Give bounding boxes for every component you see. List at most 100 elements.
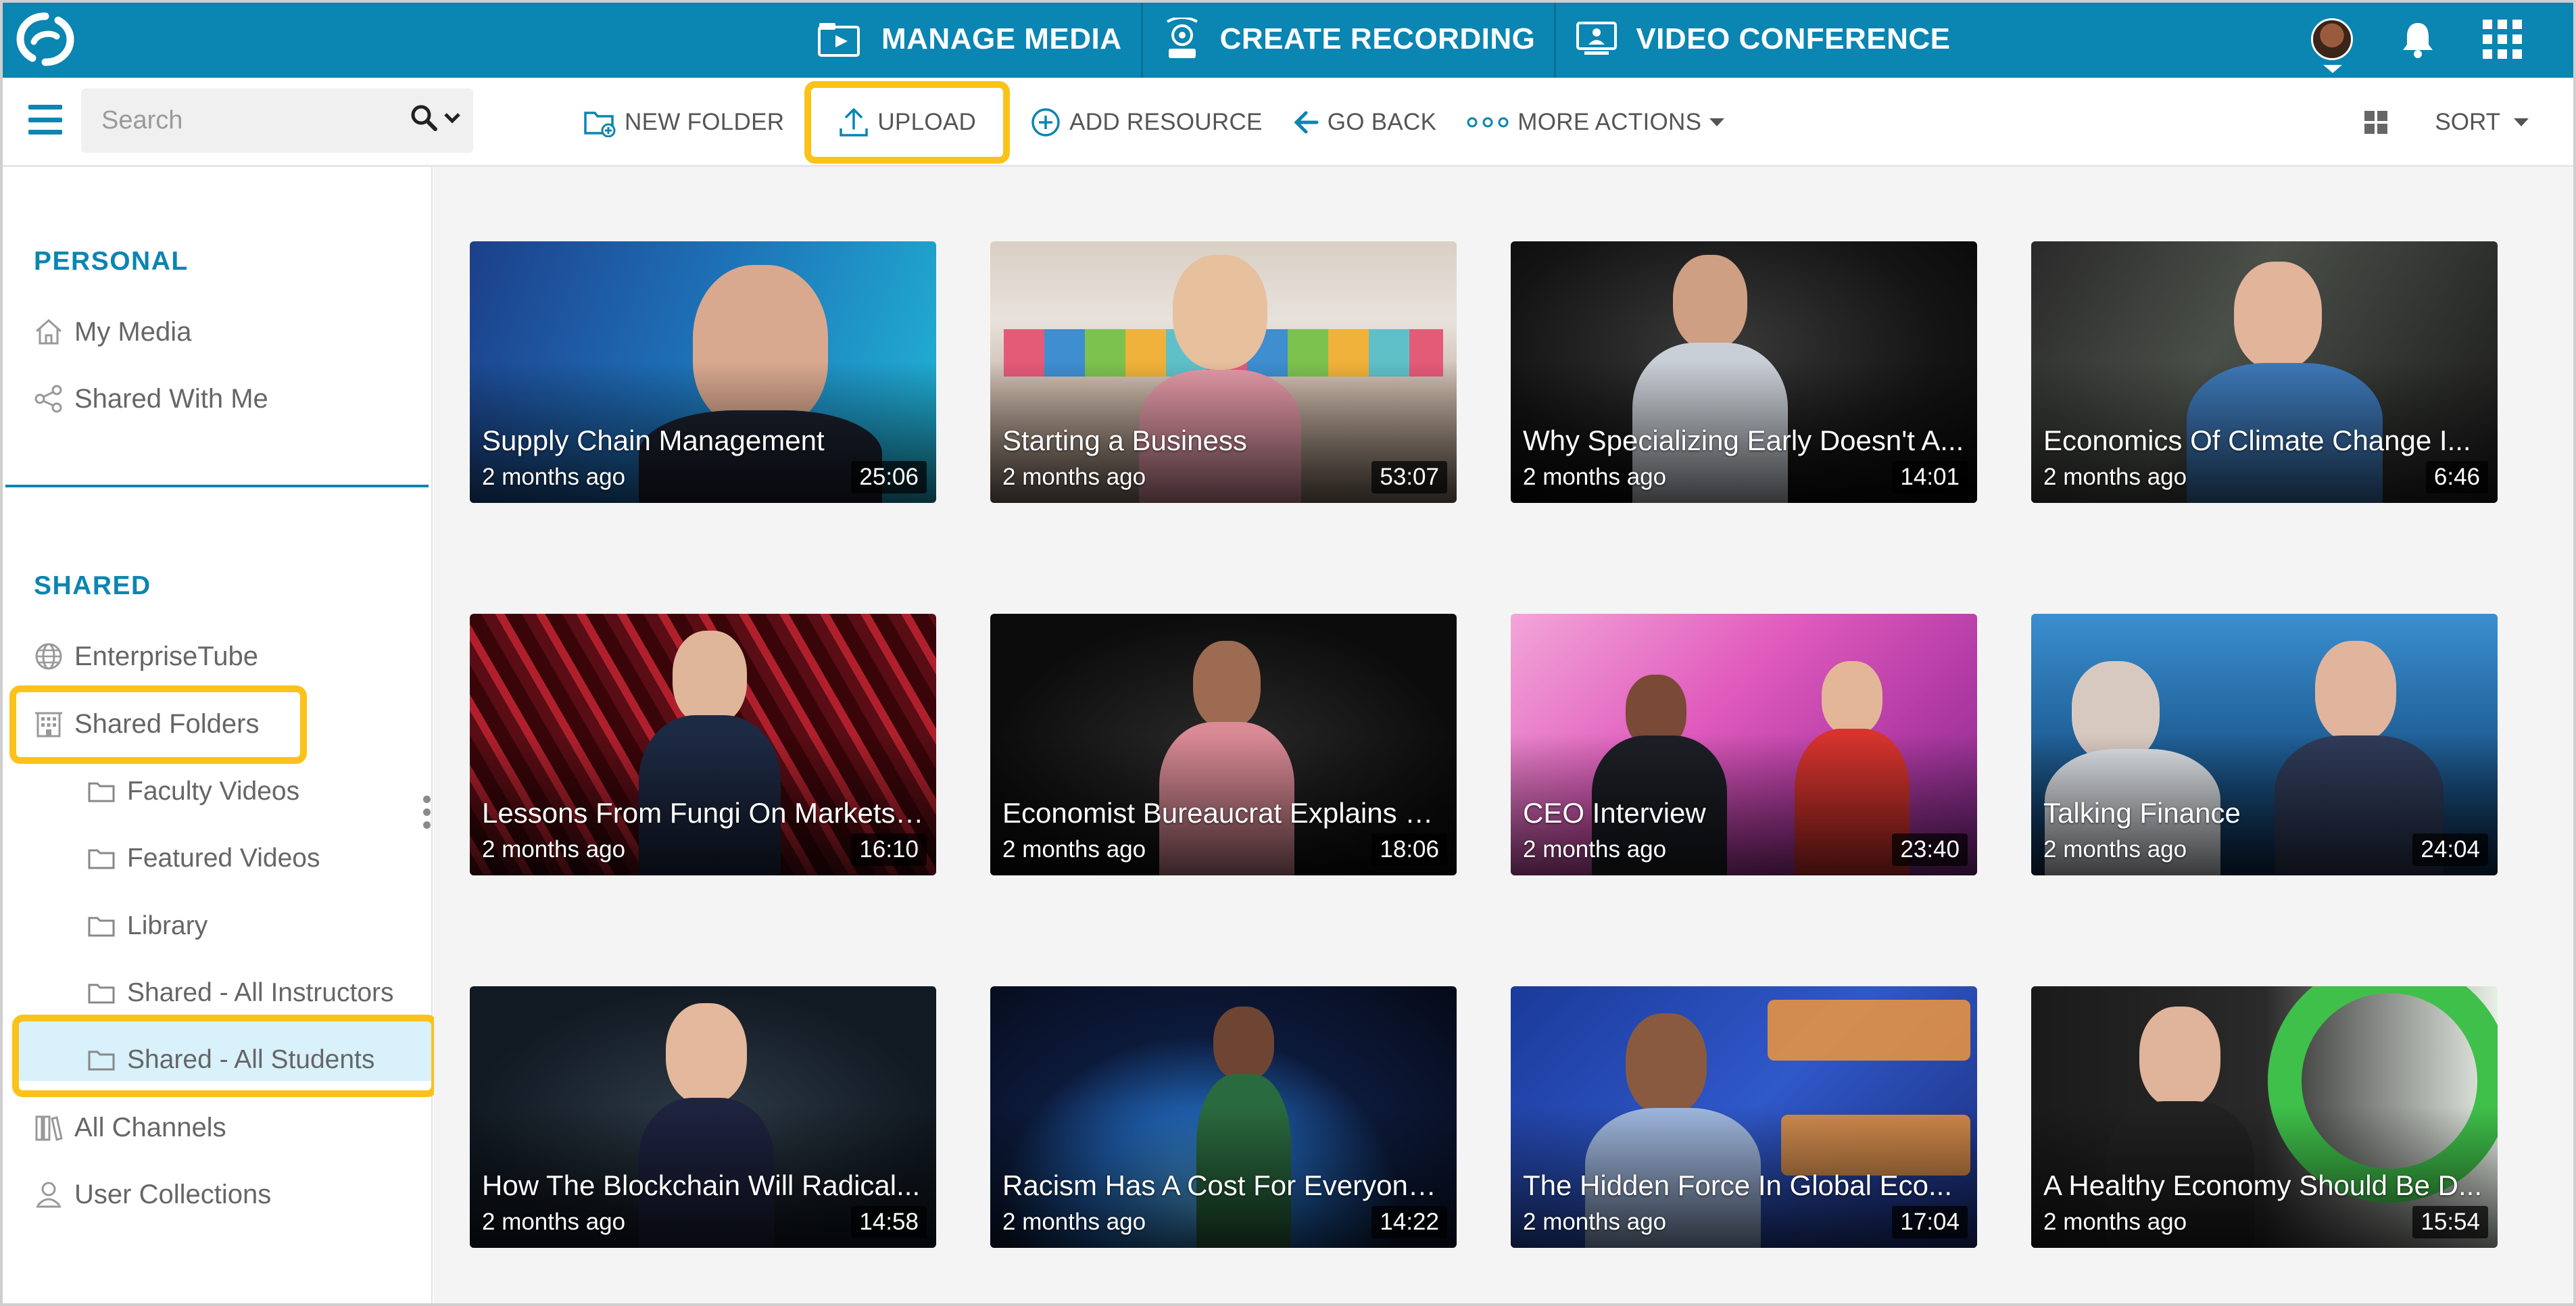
video-tile[interactable]: Starting a Business 2 months ago 53:07 [990, 241, 1457, 503]
caret-down-icon [2514, 118, 2529, 126]
search-input[interactable] [101, 106, 385, 135]
video-date: 2 months ago [1002, 1209, 1146, 1235]
folder-label: Shared - All Students [127, 1045, 375, 1074]
grid-view-icon[interactable] [2364, 111, 2388, 134]
video-tile[interactable]: A Healthy Economy Should Be D... 2 month… [2031, 986, 2498, 1248]
user-collection-icon [37, 1182, 61, 1208]
folder-item-library[interactable]: Library [88, 900, 208, 952]
sidebar-item-label: All Channels [74, 1112, 226, 1142]
search-box [81, 89, 473, 153]
avatar[interactable] [2311, 18, 2353, 73]
folder-label: Faculty Videos [127, 777, 300, 806]
nav-label: VIDEO CONFERENCE [1636, 22, 1951, 55]
resize-handle-icon[interactable] [423, 796, 434, 829]
video-duration: 14:22 [1371, 1206, 1447, 1238]
folder-icon [88, 1050, 115, 1071]
nav-manage-media[interactable]: MANAGE MEDIA [798, 0, 1143, 78]
apps-grid-icon[interactable] [2483, 19, 2522, 59]
toolbar: NEW FOLDER UPLOAD ADD RESOURCE GO BACK M… [0, 78, 2576, 167]
folder-item-shared-all-students[interactable]: Shared - All Students [88, 1034, 374, 1086]
video-date: 2 months ago [2043, 1209, 2187, 1235]
action-label: MORE ACTIONS [1517, 109, 1702, 135]
sort-label: SORT [2435, 109, 2500, 135]
video-duration: 16:10 [851, 833, 927, 866]
video-tile[interactable]: CEO Interview 2 months ago 23:40 [1511, 614, 1977, 875]
video-tile[interactable]: Lessons From Fungi On Markets ... 2 mont… [470, 614, 936, 875]
sidebar-item-label: User Collections [74, 1179, 272, 1209]
video-tile[interactable]: Economics Of Climate Change I... 2 month… [2031, 241, 2498, 503]
sidebar-item-my-media[interactable]: My Media [34, 306, 191, 358]
nav-video-conference[interactable]: VIDEO CONFERENCE [1556, 0, 1969, 78]
arrow-left-icon [1294, 111, 1319, 134]
action-label: ADD RESOURCE [1069, 109, 1263, 135]
video-date: 2 months ago [1523, 836, 1667, 863]
action-label: UPLOAD [877, 109, 977, 135]
video-duration: 14:58 [851, 1206, 927, 1238]
video-duration: 15:54 [2412, 1206, 2488, 1238]
presenter-screen-icon [1576, 21, 1618, 55]
folder-label: Shared - All Instructors [127, 978, 394, 1007]
video-duration: 25:06 [851, 461, 927, 493]
sidebar-item-shared-folders[interactable]: Shared Folders [34, 698, 259, 750]
film-folder-icon [818, 22, 860, 57]
add-resource-button[interactable]: ADD RESOURCE [1015, 92, 1278, 153]
globe-icon [35, 643, 62, 670]
video-title: How The Blockchain Will Radical... [482, 1169, 921, 1201]
section-divider [5, 485, 429, 487]
folder-icon [88, 984, 115, 1004]
search-icon[interactable] [410, 103, 438, 132]
sidebar-item-enterprisetube[interactable]: EnterpriseTube [34, 631, 258, 682]
sidebar-item-shared-with-me[interactable]: Shared With Me [34, 373, 268, 425]
video-duration: 18:06 [1371, 833, 1447, 866]
go-back-button[interactable]: GO BACK [1278, 92, 1452, 153]
video-duration: 53:07 [1371, 461, 1447, 493]
video-duration: 23:40 [1892, 833, 1968, 866]
section-title-shared: SHARED [34, 571, 151, 600]
video-title: Racism Has A Cost For Everyone... [1002, 1169, 1444, 1201]
video-tile[interactable]: How The Blockchain Will Radical... 2 mon… [470, 986, 936, 1248]
sidebar: PERSONAL My Media Shared With Me SHARED … [0, 167, 438, 1306]
video-date: 2 months ago [2043, 836, 2187, 863]
more-actions-button[interactable]: MORE ACTIONS [1451, 92, 1739, 153]
video-duration: 14:01 [1892, 461, 1968, 493]
folder-item-shared-all-instructors[interactable]: Shared - All Instructors [88, 967, 394, 1019]
video-duration: 6:46 [2425, 461, 2488, 493]
action-label: NEW FOLDER [625, 109, 785, 135]
sort-button[interactable]: SORT [2435, 109, 2529, 136]
sidebar-item-all-channels[interactable]: All Channels [34, 1102, 226, 1153]
video-tile[interactable]: Talking Finance 2 months ago 24:04 [2031, 614, 2498, 875]
video-tile[interactable]: The Hidden Force In Global Eco... 2 mont… [1511, 986, 1977, 1248]
nav-label: CREATE RECORDING [1219, 22, 1536, 55]
video-tile[interactable]: Racism Has A Cost For Everyone... 2 mont… [990, 986, 1457, 1248]
video-title: Why Specializing Early Doesn't A... [1523, 425, 1964, 456]
toolbar-actions: NEW FOLDER UPLOAD ADD RESOURCE GO BACK M… [568, 78, 1739, 167]
webcam-icon [1166, 17, 1198, 58]
folder-item-featured-videos[interactable]: Featured Videos [88, 833, 320, 884]
dots-icon [1467, 117, 1509, 128]
video-tile[interactable]: Why Specializing Early Doesn't A... 2 mo… [1511, 241, 1977, 503]
video-tile[interactable]: Supply Chain Management 2 months ago 25:… [470, 241, 936, 503]
video-title: A Healthy Economy Should Be D... [2043, 1169, 2483, 1201]
avatar-caret-icon [2323, 64, 2342, 73]
folder-icon [88, 849, 115, 869]
media-grid: Supply Chain Management 2 months ago 25:… [434, 167, 2573, 1306]
new-folder-button[interactable]: NEW FOLDER [568, 92, 799, 153]
nav-create-recording[interactable]: CREATE RECORDING [1143, 0, 1557, 78]
folder-icon [88, 917, 115, 937]
folder-item-faculty-videos[interactable]: Faculty Videos [88, 766, 299, 817]
sidebar-item-user-collections[interactable]: User Collections [34, 1169, 271, 1220]
video-tile[interactable]: Economist Bureaucrat Explains H... 2 mon… [990, 614, 1457, 875]
video-title: Economist Bureaucrat Explains H... [1002, 797, 1444, 829]
bell-icon[interactable] [2400, 20, 2435, 58]
video-date: 2 months ago [1523, 1209, 1667, 1235]
hamburger-menu-icon[interactable] [28, 105, 62, 135]
toolbar-right: SORT [2364, 78, 2529, 167]
nav-label: MANAGE MEDIA [881, 22, 1122, 55]
video-date: 2 months ago [1523, 464, 1667, 490]
upload-button[interactable]: UPLOAD [804, 81, 1011, 164]
chevron-down-icon[interactable] [443, 111, 461, 124]
share-icon [34, 385, 62, 413]
app-logo-icon[interactable] [15, 12, 76, 66]
video-date: 2 months ago [2043, 464, 2187, 490]
section-title-personal: PERSONAL [34, 247, 189, 276]
